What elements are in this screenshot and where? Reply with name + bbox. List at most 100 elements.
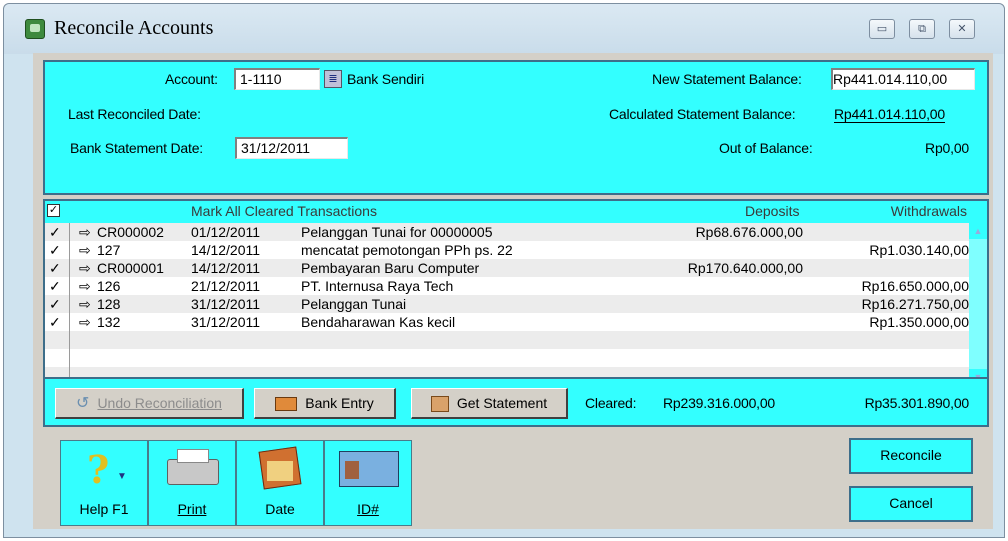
get-statement-label: Get Statement (456, 395, 548, 411)
table-row[interactable]: ✓ ⇨ 132 31/12/2011 Bendaharawan Kas keci… (45, 313, 969, 331)
restore-icon: ⧉ (918, 22, 926, 35)
row-id: 128 (97, 296, 121, 312)
statement-icon (430, 396, 449, 413)
calculated-balance-value: Rp441.014.110,00 (834, 106, 945, 123)
row-arrow-icon[interactable]: ⇨ (79, 223, 91, 241)
row-withdrawal: Rp16.650.000,00 (861, 278, 969, 294)
cleared-withdrawals: Rp35.301.890,00 (864, 395, 970, 411)
account-lookup-button[interactable]: ≣ (324, 70, 342, 88)
column-divider (69, 223, 70, 385)
table-row[interactable]: ✓ ⇨ 128 31/12/2011 Pelanggan Tunai Rp16.… (45, 295, 969, 313)
help-label: Help F1 (79, 501, 129, 517)
minimize-icon: ▭ (876, 22, 888, 35)
help-dropdown-icon: ▼ (117, 471, 127, 482)
row-memo: mencatat pemotongan PPh ps. 22 (301, 242, 513, 258)
restore-button[interactable]: ⧉ (909, 19, 935, 39)
date-label: Date (265, 501, 295, 517)
new-statement-balance-label: New Statement Balance: (652, 71, 802, 87)
undo-label: Undo Reconciliation (97, 395, 222, 411)
out-of-balance-label: Out of Balance: (719, 140, 813, 156)
print-label: Print (177, 501, 207, 517)
row-id: CR000001 (97, 260, 164, 276)
row-check[interactable]: ✓ (49, 313, 61, 331)
list-icon: ≣ (328, 73, 338, 85)
cleared-label: Cleared: (585, 395, 637, 411)
account-name: Bank Sendiri (347, 71, 424, 87)
row-arrow-icon[interactable]: ⇨ (79, 241, 91, 259)
row-deposit: Rp68.676.000,00 (695, 224, 803, 240)
scroll-up-icon[interactable]: ▲ (969, 223, 987, 239)
close-button[interactable]: ✕ (949, 19, 975, 39)
id-label: ID# (357, 501, 379, 517)
mark-all-checkbox[interactable]: ✓ (47, 204, 60, 217)
row-memo: Pelanggan Tunai for 00000005 (301, 224, 493, 240)
cleared-deposits: Rp239.316.000,00 (663, 395, 776, 411)
transactions-list: ✓ ⇨ CR000002 01/12/2011 Pelanggan Tunai … (45, 223, 969, 385)
transactions-table: ✓ Mark All Cleared Transactions Deposits… (43, 199, 989, 389)
row-id: CR000002 (97, 224, 164, 240)
row-check[interactable]: ✓ (49, 277, 61, 295)
row-withdrawal: Rp1.030.140,00 (869, 242, 969, 258)
minimize-button[interactable]: ▭ (869, 19, 895, 39)
reconcile-button[interactable]: Reconcile (849, 438, 973, 474)
new-statement-balance-field[interactable]: Rp441.014.110,00 (831, 68, 975, 90)
mark-all-header[interactable]: Mark All Cleared Transactions (191, 203, 377, 219)
table-row[interactable]: ✓ ⇨ CR000001 14/12/2011 Pembayaran Baru … (45, 259, 969, 277)
row-memo: Pembayaran Baru Computer (301, 260, 480, 276)
bank-statement-date-field[interactable]: 31/12/2011 (235, 137, 348, 159)
row-memo: PT. Internusa Raya Tech (301, 278, 454, 294)
bank-entry-icon (275, 397, 298, 412)
vertical-scrollbar[interactable]: ▲ ▼ (969, 223, 987, 385)
row-date: 31/12/2011 (191, 314, 261, 330)
row-arrow-icon[interactable]: ⇨ (79, 295, 91, 313)
row-id: 132 (97, 314, 121, 330)
id-button[interactable]: ID# (324, 440, 412, 526)
row-date: 31/12/2011 (191, 296, 261, 312)
row-check[interactable]: ✓ (49, 223, 61, 241)
action-bar: ↺ Undo Reconciliation Bank Entry Get Stat… (43, 377, 989, 427)
row-check[interactable]: ✓ (49, 241, 61, 259)
row-check[interactable]: ✓ (49, 295, 61, 313)
get-statement-button[interactable]: Get Statement (411, 388, 568, 419)
row-arrow-icon[interactable]: ⇨ (79, 313, 91, 331)
reconcile-window: Reconcile Accounts ▭ ⧉ ✕ Account: 1-1110… (3, 3, 1005, 538)
account-code-field[interactable]: 1-1110 (234, 68, 320, 90)
row-arrow-icon[interactable]: ⇨ (79, 277, 91, 295)
table-row[interactable]: ✓ ⇨ 126 21/12/2011 PT. Internusa Raya Te… (45, 277, 969, 295)
printer-paper-icon (177, 449, 209, 463)
row-date: 14/12/2011 (191, 242, 261, 258)
row-date: 21/12/2011 (191, 278, 261, 294)
date-button[interactable]: Date (236, 440, 324, 526)
row-arrow-icon[interactable]: ⇨ (79, 259, 91, 277)
calculated-balance-label: Calculated Statement Balance: (609, 106, 796, 122)
withdrawals-header: Withdrawals (890, 203, 967, 219)
last-reconciled-label: Last Reconciled Date: (68, 106, 201, 122)
help-button[interactable]: ? ▼ Help F1 (60, 440, 148, 526)
row-date: 14/12/2011 (191, 260, 261, 276)
row-check[interactable]: ✓ (49, 259, 61, 277)
statement-panel: Account: 1-1110 ≣ Bank Sendiri Last Reco… (43, 60, 989, 195)
deposits-header: Deposits (745, 203, 800, 219)
bank-entry-button[interactable]: Bank Entry (254, 388, 396, 419)
close-icon: ✕ (957, 22, 967, 35)
table-row-empty (45, 331, 969, 349)
title-bar[interactable]: Reconcile Accounts ▭ ⧉ ✕ (4, 4, 1004, 54)
id-photo-icon (345, 461, 359, 479)
print-button[interactable]: Print (148, 440, 236, 526)
table-row-empty (45, 349, 969, 367)
row-memo: Bendaharawan Kas kecil (301, 314, 456, 330)
cancel-button[interactable]: Cancel (849, 486, 973, 522)
undo-reconciliation-button[interactable]: ↺ Undo Reconciliation (55, 388, 244, 419)
table-row[interactable]: ✓ ⇨ CR000002 01/12/2011 Pelanggan Tunai … (45, 223, 969, 241)
undo-icon: ↺ (76, 395, 90, 413)
app-icon (25, 19, 45, 39)
row-withdrawal: Rp1.350.000,00 (869, 314, 969, 330)
row-date: 01/12/2011 (191, 224, 261, 240)
help-icon: ? (87, 447, 110, 492)
calendar-page-icon (267, 461, 293, 481)
row-deposit: Rp170.640.000,00 (687, 260, 803, 276)
row-memo: Pelanggan Tunai (301, 296, 407, 312)
table-row[interactable]: ✓ ⇨ 127 14/12/2011 mencatat pemotongan P… (45, 241, 969, 259)
dialog-body: Account: 1-1110 ≣ Bank Sendiri Last Reco… (33, 53, 993, 529)
row-id: 127 (97, 242, 121, 258)
